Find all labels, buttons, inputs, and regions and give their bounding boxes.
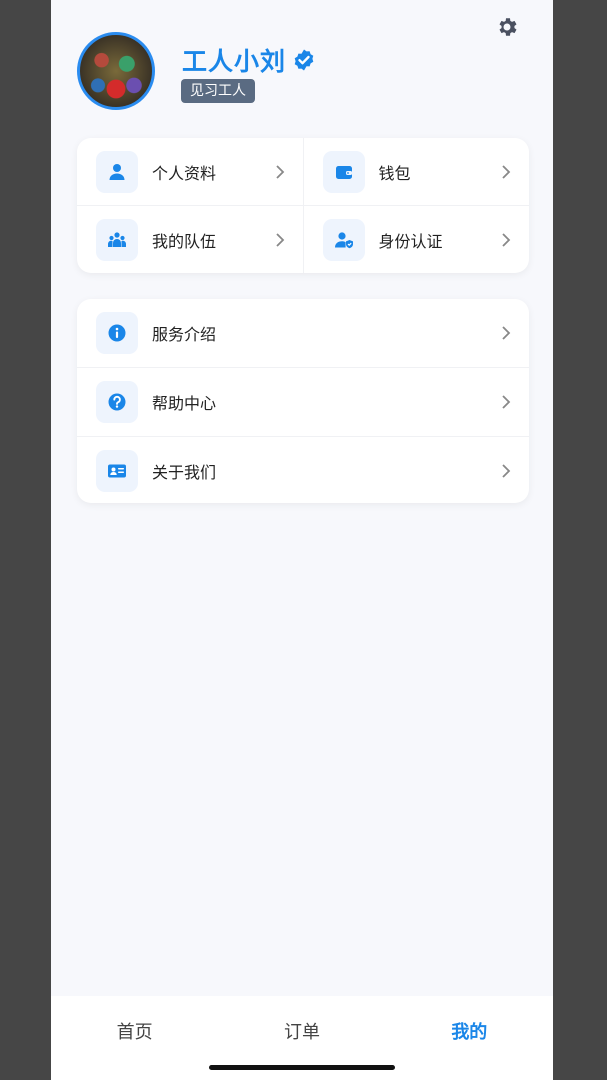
chevron-right-icon	[502, 464, 511, 478]
service-menu-card: 服务介绍 帮助中心 关于我们	[77, 299, 529, 503]
menu-item-service-intro[interactable]: 服务介绍	[77, 299, 529, 367]
chevron-right-icon	[502, 232, 511, 247]
chevron-right-icon	[275, 164, 284, 179]
chevron-right-icon	[502, 326, 511, 340]
menu-item-help-center[interactable]: 帮助中心	[77, 367, 529, 436]
menu-item-wallet[interactable]: 钱包	[302, 138, 530, 205]
menu-item-label: 服务介绍	[152, 325, 217, 344]
tab-orders[interactable]: 订单	[218, 996, 385, 1044]
home-indicator	[209, 1065, 395, 1070]
menu-item-label: 钱包	[378, 163, 411, 183]
chevron-right-icon	[275, 232, 284, 247]
help-icon	[108, 393, 126, 411]
id-card-icon	[108, 464, 126, 478]
wallet-icon	[335, 165, 352, 179]
username: 工人小刘	[182, 47, 287, 76]
chevron-right-icon	[502, 164, 511, 179]
username-row: 工人小刘	[182, 42, 316, 78]
team-icon	[107, 231, 127, 247]
person-icon	[109, 163, 125, 180]
menu-item-label: 帮助中心	[152, 394, 217, 413]
tab-home[interactable]: 首页	[51, 996, 218, 1044]
worker-level-badge: 见习工人	[181, 79, 255, 103]
chevron-right-icon	[502, 395, 511, 409]
menu-item-label: 身份认证	[378, 231, 443, 251]
menu-item-id-verification[interactable]: 身份认证	[302, 206, 530, 273]
quick-menu-card: 个人资料 钱包 我的队伍 身份认证	[77, 138, 529, 273]
profile-screen: 工人小刘 见习工人 个人资料 钱包 我的队伍 身份认证 服务介绍 帮助中心 关于…	[51, 0, 553, 1080]
id-verify-icon	[334, 231, 353, 248]
avatar[interactable]	[77, 32, 155, 110]
menu-item-label: 个人资料	[152, 163, 217, 183]
menu-item-label: 关于我们	[152, 463, 217, 482]
info-icon	[108, 324, 126, 342]
menu-item-label: 我的队伍	[152, 231, 217, 251]
menu-item-about-us[interactable]: 关于我们	[77, 436, 529, 503]
menu-item-profile[interactable]: 个人资料	[77, 138, 303, 205]
menu-item-my-team[interactable]: 我的队伍	[77, 206, 303, 273]
verified-badge-icon	[294, 49, 314, 71]
tab-mine[interactable]: 我的	[386, 996, 553, 1044]
gear-icon[interactable]	[495, 15, 519, 39]
